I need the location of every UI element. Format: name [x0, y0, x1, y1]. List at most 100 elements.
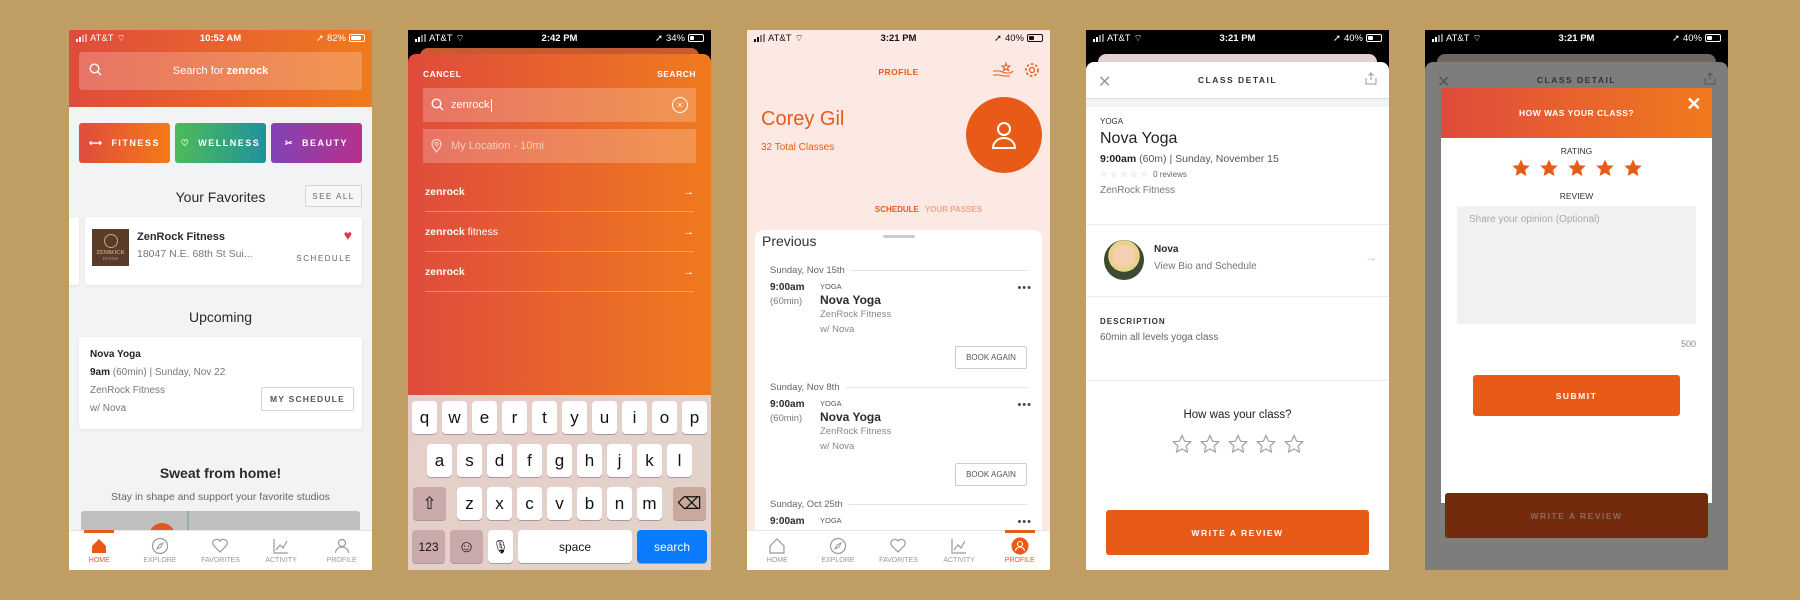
close-icon[interactable]: ✕: [1686, 94, 1702, 115]
more-icon[interactable]: •••: [1017, 516, 1032, 528]
key-p[interactable]: p: [682, 401, 707, 434]
more-icon[interactable]: •••: [1017, 399, 1032, 411]
key-e[interactable]: e: [472, 401, 497, 434]
avatar[interactable]: [966, 97, 1042, 173]
star-filled-icon[interactable]: [1623, 158, 1643, 178]
star-empty-icon[interactable]: [1171, 434, 1192, 454]
key-u[interactable]: u: [592, 401, 617, 434]
class-item[interactable]: 9:00am (60min) YOGA Nova Yoga ZenRock Fi…: [770, 282, 1032, 369]
suggestion-item[interactable]: zenrock →: [425, 172, 694, 212]
tab-profile[interactable]: PROFILE: [311, 531, 372, 570]
tab-schedule[interactable]: SCHEDULE: [875, 205, 919, 214]
share-icon[interactable]: [1365, 72, 1377, 85]
see-all-button[interactable]: SEE ALL: [305, 185, 362, 207]
review-count[interactable]: 0 reviews: [1153, 170, 1187, 179]
star-rating[interactable]: [1441, 158, 1712, 178]
search-bar[interactable]: Search for zenrock: [79, 52, 362, 90]
shift-key[interactable]: ⇧: [413, 487, 446, 520]
key-s[interactable]: s: [457, 444, 482, 477]
key-m[interactable]: m: [637, 487, 662, 520]
book-again-button[interactable]: BOOK AGAIN: [955, 346, 1027, 369]
location-input[interactable]: My Location - 10mi: [423, 129, 696, 163]
star-empty-icon[interactable]: [1199, 434, 1220, 454]
microphone-key[interactable]: 🎙: [488, 530, 513, 563]
key-y[interactable]: y: [562, 401, 587, 434]
key-z[interactable]: z: [457, 487, 482, 520]
clear-icon[interactable]: ×: [672, 97, 688, 113]
upcoming-card[interactable]: Nova Yoga 9am (60min) | Sunday, Nov 22 Z…: [79, 337, 362, 429]
key-b[interactable]: b: [577, 487, 602, 520]
delete-key[interactable]: ⌫: [673, 487, 706, 520]
key-c[interactable]: c: [517, 487, 542, 520]
numbers-key[interactable]: 123: [412, 530, 445, 563]
drag-handle[interactable]: [882, 235, 915, 238]
star-empty-icon[interactable]: [1283, 434, 1304, 454]
key-d[interactable]: d: [487, 444, 512, 477]
more-icon[interactable]: •••: [1017, 282, 1032, 294]
key-o[interactable]: o: [652, 401, 677, 434]
tab-profile[interactable]: PROFILE: [989, 530, 1050, 570]
star-filled-icon[interactable]: [1567, 158, 1587, 178]
suggestion-item[interactable]: zenrock fitness →: [425, 212, 694, 252]
gear-icon[interactable]: [1024, 62, 1040, 78]
key-l[interactable]: l: [667, 444, 692, 477]
class-instructor: w/ Nova: [820, 324, 855, 335]
key-i[interactable]: i: [622, 401, 647, 434]
schedule-link[interactable]: SCHEDULE: [296, 254, 352, 263]
rating-label: RATING: [1560, 146, 1593, 156]
key-h[interactable]: h: [577, 444, 602, 477]
studio-name[interactable]: ZenRock Fitness: [1100, 185, 1375, 196]
star-filled-icon[interactable]: [1539, 158, 1559, 178]
search-key[interactable]: search: [637, 530, 707, 563]
key-x[interactable]: x: [487, 487, 512, 520]
previous-favorite-card[interactable]: [69, 217, 79, 285]
star-empty-icon[interactable]: [1255, 434, 1276, 454]
search-input[interactable]: zenrock ×: [423, 88, 696, 122]
tab-home[interactable]: HOME: [69, 530, 130, 570]
key-f[interactable]: f: [517, 444, 542, 477]
close-icon[interactable]: ✕: [1098, 72, 1113, 92]
suggestion-item[interactable]: zenrock →: [425, 252, 694, 292]
key-n[interactable]: n: [607, 487, 632, 520]
tab-explore[interactable]: EXPLORE: [130, 531, 191, 570]
key-q[interactable]: q: [412, 401, 437, 434]
emoji-key[interactable]: ☺: [450, 530, 483, 563]
star-filled-icon[interactable]: [1511, 158, 1531, 178]
tab-home[interactable]: HOME: [747, 531, 808, 570]
search-button[interactable]: SEARCH: [657, 69, 696, 79]
space-key[interactable]: space: [518, 530, 632, 563]
tab-activity[interactable]: ACTIVITY: [929, 531, 990, 570]
tab-explore[interactable]: EXPLORE: [808, 531, 869, 570]
heart-icon[interactable]: ♥: [344, 227, 352, 243]
my-schedule-button[interactable]: MY SCHEDULE: [261, 387, 354, 411]
category-beauty[interactable]: ✂ BEAUTY: [271, 123, 362, 163]
key-v[interactable]: v: [547, 487, 572, 520]
key-a[interactable]: a: [427, 444, 452, 477]
tab-activity[interactable]: ACTIVITY: [251, 531, 312, 570]
key-k[interactable]: k: [637, 444, 662, 477]
star-empty-icon[interactable]: [1227, 434, 1248, 454]
key-r[interactable]: r: [502, 401, 527, 434]
submit-button[interactable]: SUBMIT: [1473, 375, 1680, 416]
instructor-row[interactable]: Nova View Bio and Schedule →: [1086, 230, 1389, 290]
class-item[interactable]: 9:00am (60min) YOGA Nova Yoga ZenRock Fi…: [770, 399, 1032, 486]
tab-favorites[interactable]: FAVORITES: [868, 531, 929, 570]
description-label: DESCRIPTION: [1100, 317, 1166, 326]
review-textarea[interactable]: Share your opinion (Optional): [1457, 206, 1696, 324]
cancel-button[interactable]: CANCEL: [423, 69, 461, 79]
key-j[interactable]: j: [607, 444, 632, 477]
star-filled-icon[interactable]: [1595, 158, 1615, 178]
key-w[interactable]: w: [442, 401, 467, 434]
write-review-button[interactable]: WRITE A REVIEW: [1106, 510, 1369, 555]
tab-your-passes[interactable]: YOUR PASSES: [925, 205, 982, 214]
rewards-icon[interactable]: [992, 62, 1014, 78]
book-again-button[interactable]: BOOK AGAIN: [955, 463, 1027, 486]
star-rating[interactable]: [1086, 434, 1389, 454]
category-fitness[interactable]: ⟷ FITNESS: [79, 123, 170, 163]
favorite-card[interactable]: ZENROCK FITNESS ZenRock Fitness 18047 N.E…: [85, 217, 362, 285]
tab-favorites[interactable]: FAVORITES: [190, 531, 251, 570]
key-g[interactable]: g: [547, 444, 572, 477]
arrow-right-icon: →: [683, 185, 695, 198]
key-t[interactable]: t: [532, 401, 557, 434]
category-wellness[interactable]: ♡ WELLNESS: [175, 123, 266, 163]
